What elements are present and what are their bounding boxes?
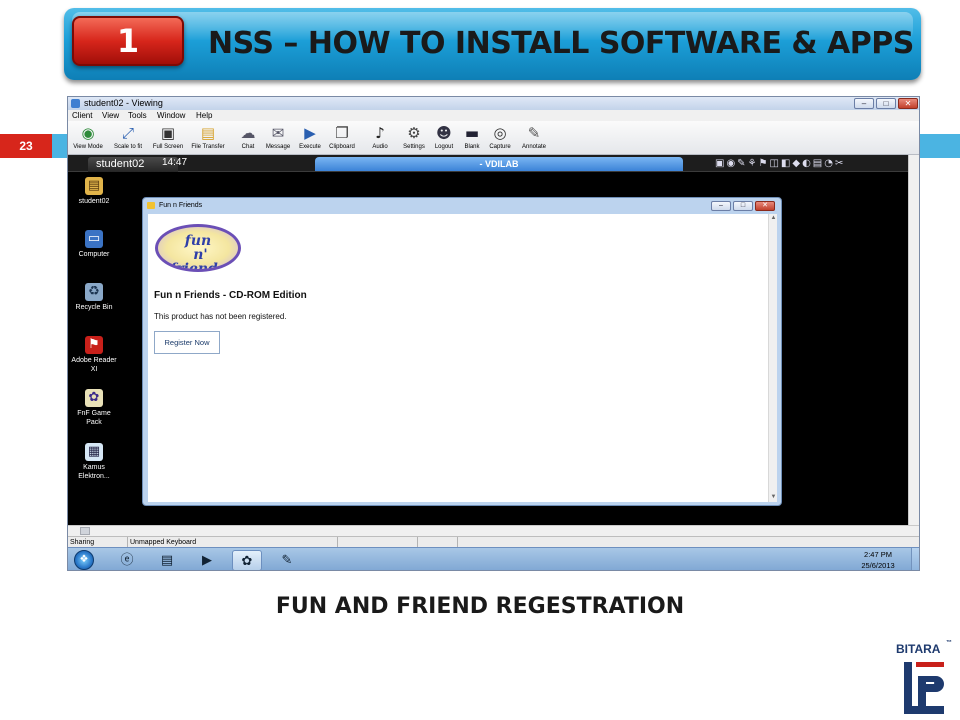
desktop-icon-label: FnF Game Pack [77, 410, 111, 426]
viewer-window: student02 - Viewing – □ ✕ Client View To… [67, 96, 920, 571]
remote-session-time: 14:47 [162, 157, 188, 168]
camera-icon: ◎ [493, 124, 507, 142]
game-pack-icon: ✿ [85, 389, 103, 407]
annotate-icon: ✎ [527, 124, 541, 142]
scale-icon: ⤢ [121, 124, 134, 142]
slide: 1 NSS – HOW TO INSTALL SOFTWARE & APPS 2… [0, 0, 960, 720]
taskbar-clock: 2:47 PM 25/6/2013 [848, 549, 908, 570]
file-explorer-icon[interactable]: ▤ [152, 550, 182, 570]
app-heading: Fun n Friends - CD-ROM Edition [154, 290, 307, 301]
remote-horizontal-scrollbar[interactable] [68, 525, 919, 536]
app-content: fun n' friends Fun n Friends - CD-ROM Ed… [148, 214, 768, 502]
execute-icon: ▶ [304, 124, 316, 142]
kamus-icon: ▦ [85, 443, 103, 461]
bitara-logo: BITARA ™ [892, 640, 956, 716]
menu-view[interactable]: View [102, 110, 119, 121]
remote-session-label: - VDILAB [315, 157, 683, 171]
recycle-bin-icon: ♻ [85, 283, 103, 301]
clock-time: 2:47 PM [864, 550, 892, 559]
adobe-reader-icon: ⚑ [85, 336, 103, 354]
brand-trademark: ™ [946, 640, 952, 646]
viewer-title: student02 - Viewing [84, 98, 163, 108]
app-minimize-button[interactable]: – [711, 201, 731, 211]
internet-explorer-icon[interactable]: ⓔ [112, 550, 142, 570]
fullscreen-icon: ▣ [160, 124, 176, 142]
scroll-up-icon[interactable]: ▲ [769, 214, 778, 223]
registration-status-message: This product has not been registered. [154, 312, 287, 321]
eye-icon: ◉ [81, 124, 95, 142]
close-button[interactable]: ✕ [898, 98, 918, 109]
computer-icon: ▭ [85, 230, 103, 248]
register-now-button[interactable]: Register Now [154, 331, 220, 354]
viewer-status-bar: Sharing Unmapped Keyboard [68, 536, 919, 548]
remote-vertical-scrollbar[interactable] [908, 155, 919, 525]
remote-topbar: student02 14:47 - VDILAB ▣◉✎⚘⚑◫◧◆◐▤◔✂ [68, 155, 908, 172]
toolbar-label: Annotate [521, 144, 547, 150]
scroll-down-icon[interactable]: ▼ [769, 493, 778, 502]
remote-desktop[interactable]: student02 14:47 - VDILAB ▣◉✎⚘⚑◫◧◆◐▤◔✂ ▤ … [68, 155, 908, 525]
app-scrollbar[interactable]: ▲ ▼ [768, 214, 777, 502]
menu-window[interactable]: Window [157, 110, 185, 121]
horizontal-scroll-thumb[interactable] [80, 527, 90, 535]
slide-caption: FUN AND FRIEND REGESTRATION [275, 594, 685, 619]
desktop-icon-recycle-bin[interactable]: ♻ Recycle Bin [70, 283, 118, 312]
slide-title: NSS – HOW TO INSTALL SOFTWARE & APPS [208, 26, 914, 61]
start-button[interactable]: ❖ [74, 550, 94, 570]
desktop-icon-computer[interactable]: ▭ Computer [70, 230, 118, 259]
viewer-titlebar: student02 - Viewing – □ ✕ [68, 97, 919, 110]
desktop-icon-student02[interactable]: ▤ student02 [70, 177, 118, 206]
desktop-icon-fnf-game-pack[interactable]: ✿ FnF Game Pack [70, 389, 118, 427]
app-window-icon [147, 202, 155, 209]
clipboard-icon: ❐ [335, 124, 349, 142]
desktop-icon-label: student02 [78, 198, 110, 205]
bitara-mark-icon [904, 662, 944, 714]
remote-tray-icons: ▣◉✎⚘⚑◫◧◆◐▤◔✂ [715, 158, 846, 169]
monitor-icon: ▬ [464, 124, 480, 142]
desktop-icon-label: Kamus Elektron... [78, 464, 110, 480]
logout-icon: ☻ [436, 124, 452, 142]
menu-client[interactable]: Client [72, 110, 92, 121]
folder-icon: ▤ [200, 124, 216, 142]
message-icon: ✉ [271, 124, 285, 142]
remote-taskbar: ❖ ⓔ ▤ ▶ ✿ ✎ 2:47 PM 25/6/2013 [68, 547, 919, 570]
slide-number-badge: 1 [72, 16, 184, 66]
desktop-icon-kamus[interactable]: ▦ Kamus Elektron... [70, 443, 118, 481]
clock-date: 25/6/2013 [861, 561, 895, 570]
annotate-button[interactable]: ✎ Annotate [514, 122, 554, 154]
viewer-app-icon [71, 99, 80, 108]
app-maximize-button[interactable]: □ [733, 201, 753, 211]
show-desktop-button[interactable] [911, 548, 919, 570]
fun-n-friends-logo: fun n' friends [155, 224, 241, 272]
page-number: 23 [0, 134, 52, 158]
user-folder-icon: ▤ [85, 177, 103, 195]
paint-icon[interactable]: ✎ [272, 550, 302, 570]
app-window-title: Fun n Friends [159, 202, 203, 209]
maximize-button[interactable]: □ [876, 98, 896, 109]
app-close-button[interactable]: ✕ [755, 201, 775, 211]
media-player-icon[interactable]: ▶ [192, 550, 222, 570]
fun-n-friends-window: Fun n Friends – □ ✕ fun n' friends Fun n… [142, 197, 782, 506]
brand-name: BITARA [896, 642, 941, 656]
menu-tools[interactable]: Tools [128, 110, 147, 121]
logo-text: fun n' friends [170, 233, 226, 272]
desktop-icon-label: Computer [78, 251, 110, 258]
desktop-icon-label: Recycle Bin [75, 304, 113, 311]
chat-icon: ☁ [240, 124, 256, 142]
desktop-icon-label: Adobe Reader XI [71, 357, 117, 373]
side-strip-left [52, 134, 67, 158]
viewer-menubar: Client View Tools Window Help [68, 110, 919, 121]
fun-n-friends-task-icon[interactable]: ✿ [232, 550, 262, 570]
settings-icon: ⚙ [407, 124, 421, 142]
viewer-toolbar: ◉ View Mode ⤢ Scale to fit ▣ Full Screen ▤ F… [68, 121, 919, 155]
side-strip-right [920, 134, 960, 158]
desktop-icon-adobe-reader[interactable]: ⚑ Adobe Reader XI [70, 336, 118, 374]
menu-help[interactable]: Help [196, 110, 212, 121]
minimize-button[interactable]: – [854, 98, 874, 109]
microphone-icon: ♪ [375, 124, 385, 142]
